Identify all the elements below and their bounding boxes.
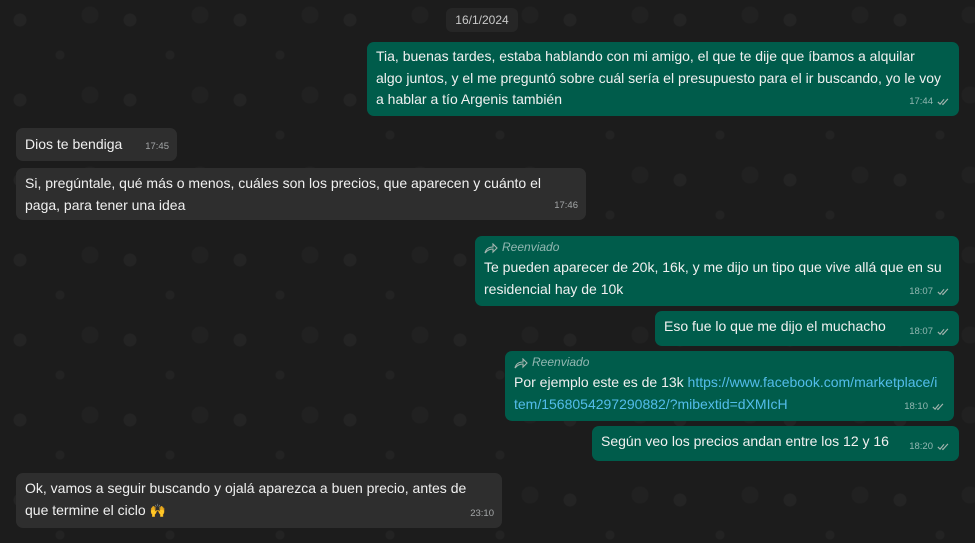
message-bubble-outgoing[interactable]: Tia, buenas tardes, estaba hablando con … — [367, 42, 959, 116]
message-bubble-outgoing[interactable]: Según veo los precios andan entre los 12… — [592, 426, 959, 461]
message-meta: 17:44 — [909, 91, 951, 113]
double-check-icon — [937, 328, 949, 335]
message-time: 18:20 — [909, 440, 933, 452]
raising-hands-emoji: 🙌 — [149, 502, 166, 518]
message-bubble-outgoing[interactable]: Reenviado Por ejemplo este es de 13k htt… — [505, 351, 954, 421]
message-text: Ok, vamos a seguir buscando y ojalá apar… — [25, 478, 493, 521]
message-text: Si, pregúntale, qué más o menos, cuáles … — [25, 175, 541, 213]
double-check-icon — [937, 288, 949, 295]
message-time: 17:45 — [145, 140, 169, 152]
forwarded-text: Reenviado — [532, 355, 590, 370]
message-text-part: Por ejemplo este es de 13k — [514, 374, 688, 390]
message-text: Te pueden aparecer de 20k, 16k, y me dij… — [484, 259, 942, 297]
message-meta: 18:07 — [909, 281, 951, 303]
double-check-icon — [937, 443, 949, 450]
message-text: Por ejemplo este es de 13k https://www.f… — [514, 372, 945, 415]
forwarded-label: Reenviado — [514, 354, 945, 372]
double-check-icon — [932, 403, 944, 410]
forward-arrow-icon — [484, 242, 498, 253]
message-text: Eso fue lo que me dijo el muchacho — [664, 318, 886, 334]
message-time: 23:10 — [470, 507, 494, 519]
message-bubble-incoming[interactable]: Ok, vamos a seguir buscando y ojalá apar… — [16, 473, 502, 528]
forward-arrow-icon — [514, 357, 528, 368]
message-bubble-incoming[interactable]: Dios te bendiga 17:45 — [16, 128, 177, 161]
message-bubble-outgoing[interactable]: Eso fue lo que me dijo el muchacho 18:07 — [655, 311, 959, 346]
message-meta: 18:10 — [904, 396, 946, 418]
message-time: 18:07 — [909, 285, 933, 297]
message-meta: 18:07 — [909, 321, 951, 343]
message-text: Tia, buenas tardes, estaba hablando con … — [376, 48, 941, 107]
message-text: Según veo los precios andan entre los 12… — [601, 433, 889, 449]
message-time: 18:10 — [904, 400, 928, 412]
message-meta: 23:10 — [470, 503, 494, 525]
message-meta: 17:45 — [145, 136, 169, 158]
message-time: 18:07 — [909, 325, 933, 337]
forwarded-label: Reenviado — [484, 239, 950, 257]
double-check-icon — [937, 98, 949, 105]
message-meta: 18:20 — [909, 436, 951, 458]
date-divider: 16/1/2024 — [446, 8, 518, 32]
message-text-part: Ok, vamos a seguir buscando y ojalá apar… — [25, 480, 467, 518]
message-time: 17:44 — [909, 95, 933, 107]
message-meta: 17:46 — [554, 195, 578, 217]
forwarded-text: Reenviado — [502, 240, 560, 255]
message-bubble-incoming[interactable]: Si, pregúntale, qué más o menos, cuáles … — [16, 168, 586, 220]
message-bubble-outgoing[interactable]: Reenviado Te pueden aparecer de 20k, 16k… — [475, 236, 959, 306]
message-time: 17:46 — [554, 199, 578, 211]
